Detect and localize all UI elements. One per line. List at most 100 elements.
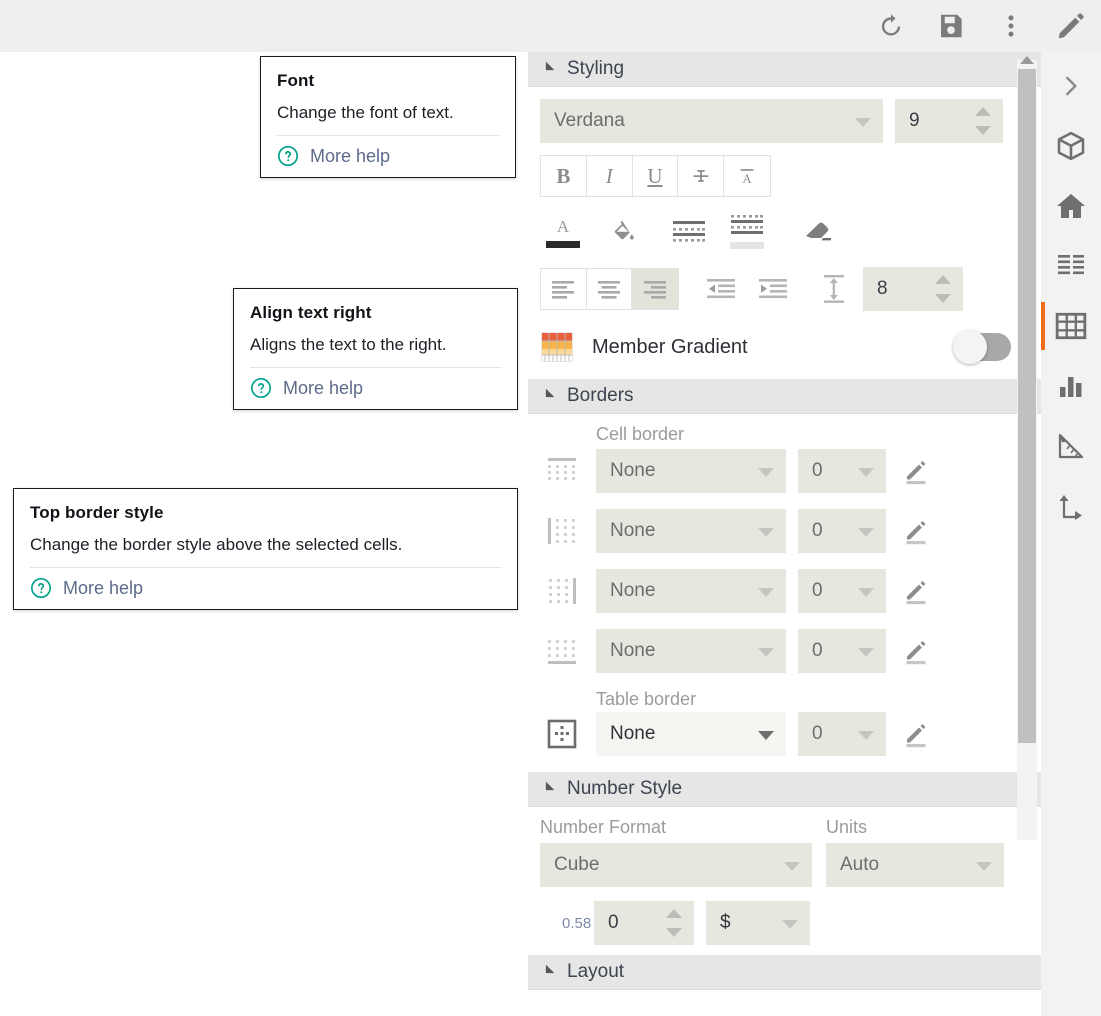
more-help-link[interactable]: More help <box>277 145 499 167</box>
chevron-down-icon <box>858 528 874 537</box>
edit-button[interactable] <box>1047 2 1095 50</box>
save-button[interactable] <box>927 2 975 50</box>
section-body-borders: Cell border None <box>528 414 1041 772</box>
right-border-width-select[interactable]: 0 <box>798 569 886 613</box>
scroll-up-arrow-icon[interactable] <box>1020 56 1034 64</box>
stepper-up-icon[interactable] <box>975 107 991 116</box>
section-body-number-style: Number Format Cube Units Auto 0.58 <box>528 807 1041 955</box>
top-toolbar <box>0 0 1101 52</box>
stepper-up-icon[interactable] <box>666 909 682 918</box>
tooltip-align-text-right: Align text right Aligns the text to the … <box>233 288 518 410</box>
save-icon <box>936 11 966 41</box>
align-center-button[interactable] <box>587 269 633 309</box>
more-options-button[interactable] <box>987 2 1035 50</box>
right-border-style-select[interactable]: None <box>596 569 786 613</box>
units-value: Auto <box>840 854 879 876</box>
section-body-styling: Verdana 9 B I U <box>528 87 1041 379</box>
clear-formatting-button[interactable] <box>796 211 842 251</box>
grid-button[interactable] <box>1041 296 1101 356</box>
left-border-width-select[interactable]: 0 <box>798 509 886 553</box>
font-family-select[interactable]: Verdana <box>540 99 883 143</box>
overline-button[interactable]: A <box>724 156 770 196</box>
expand-panel-button[interactable] <box>1041 56 1101 116</box>
increase-indent-button[interactable] <box>751 269 797 309</box>
top-bottom-border-color-button[interactable] <box>666 211 712 251</box>
question-circle-icon <box>30 577 52 599</box>
axes-button[interactable] <box>1041 476 1101 536</box>
measure-button[interactable] <box>1041 416 1101 476</box>
stepper-down-icon[interactable] <box>666 928 682 937</box>
chart-button[interactable] <box>1041 356 1101 416</box>
strikethrough-button[interactable] <box>678 156 724 196</box>
more-help-link[interactable]: More help <box>30 577 501 599</box>
chevron-down-icon <box>858 588 874 597</box>
more-help-label: More help <box>283 378 363 399</box>
align-right-button[interactable] <box>632 269 678 309</box>
left-border-row: None 0 <box>540 509 1027 553</box>
table-border-label: Table border <box>596 689 1027 710</box>
section-header-number-style[interactable]: Number Style <box>528 772 1041 807</box>
bottom-border-color-button[interactable] <box>724 211 770 251</box>
cell-border-label: Cell border <box>596 424 1027 445</box>
currency-select[interactable]: $ <box>706 901 810 945</box>
top-border-color-button[interactable] <box>898 451 938 491</box>
left-border-style-select[interactable]: None <box>596 509 786 553</box>
home-icon <box>1055 190 1087 222</box>
underline-button[interactable]: U <box>633 156 679 196</box>
number-format-select[interactable]: Cube <box>540 843 812 887</box>
collapse-caret-icon <box>542 782 555 795</box>
refresh-button[interactable] <box>867 2 915 50</box>
collapse-caret-icon <box>542 62 555 75</box>
list-button[interactable] <box>1041 236 1101 296</box>
table-border-color-button[interactable] <box>898 714 938 754</box>
chevron-down-icon <box>782 920 798 929</box>
row-height-stepper[interactable]: 8 <box>863 267 963 311</box>
edit-color-pencil-icon <box>903 636 933 666</box>
text-color-button[interactable]: A <box>540 211 586 251</box>
stepper-down-icon[interactable] <box>935 294 951 303</box>
left-border-color-button[interactable] <box>898 511 938 551</box>
right-border-icon <box>540 571 584 611</box>
table-border-style-select[interactable]: None <box>596 712 786 756</box>
panel-scrollbar[interactable] <box>1017 60 1037 840</box>
cube-button[interactable] <box>1041 116 1101 176</box>
top-border-style-select[interactable]: None <box>596 449 786 493</box>
units-select[interactable]: Auto <box>826 843 1004 887</box>
bold-button[interactable]: B <box>541 156 587 196</box>
bottom-border-color-button[interactable] <box>898 631 938 671</box>
section-header-borders[interactable]: Borders <box>528 379 1041 414</box>
chevron-down-icon <box>758 648 774 657</box>
section-header-styling[interactable]: Styling <box>528 52 1041 87</box>
bottom-border-width-select[interactable]: 0 <box>798 629 886 673</box>
section-header-layout[interactable]: Layout <box>528 955 1041 990</box>
tooltip-body: Change the font of text. <box>277 102 499 123</box>
stepper-up-icon[interactable] <box>935 275 951 284</box>
section-title: Number Style <box>567 778 682 800</box>
right-border-color-button[interactable] <box>898 571 938 611</box>
table-border-width-select[interactable]: 0 <box>798 712 886 756</box>
italic-button[interactable]: I <box>587 156 633 196</box>
tooltip-divider <box>30 567 501 568</box>
member-gradient-toggle[interactable] <box>955 333 1011 361</box>
align-left-button[interactable] <box>541 269 587 309</box>
bottom-border-row: None 0 <box>540 629 1027 673</box>
more-help-link[interactable]: More help <box>250 377 501 399</box>
scrollbar-thumb[interactable] <box>1018 69 1036 743</box>
section-title: Styling <box>567 58 624 80</box>
decrease-indent-button[interactable] <box>699 269 745 309</box>
decimal-places-indicator: 0.58 <box>540 915 582 932</box>
underline-glyph: U <box>647 164 662 189</box>
fill-color-button[interactable] <box>600 211 646 251</box>
grid-table-icon <box>1055 310 1087 342</box>
home-button[interactable] <box>1041 176 1101 236</box>
tooltip-top-border-style: Top border style Change the border style… <box>13 488 518 610</box>
increase-indent-icon <box>759 278 789 300</box>
decimal-places-value: 0 <box>608 912 619 934</box>
bottom-border-style-select[interactable]: None <box>596 629 786 673</box>
bar-chart-icon <box>1056 371 1086 401</box>
font-size-stepper[interactable]: 9 <box>895 99 1003 143</box>
top-border-width-select[interactable]: 0 <box>798 449 886 493</box>
tooltip-divider <box>277 135 499 136</box>
decimal-places-stepper[interactable]: 0 <box>594 901 694 945</box>
stepper-down-icon[interactable] <box>975 126 991 135</box>
